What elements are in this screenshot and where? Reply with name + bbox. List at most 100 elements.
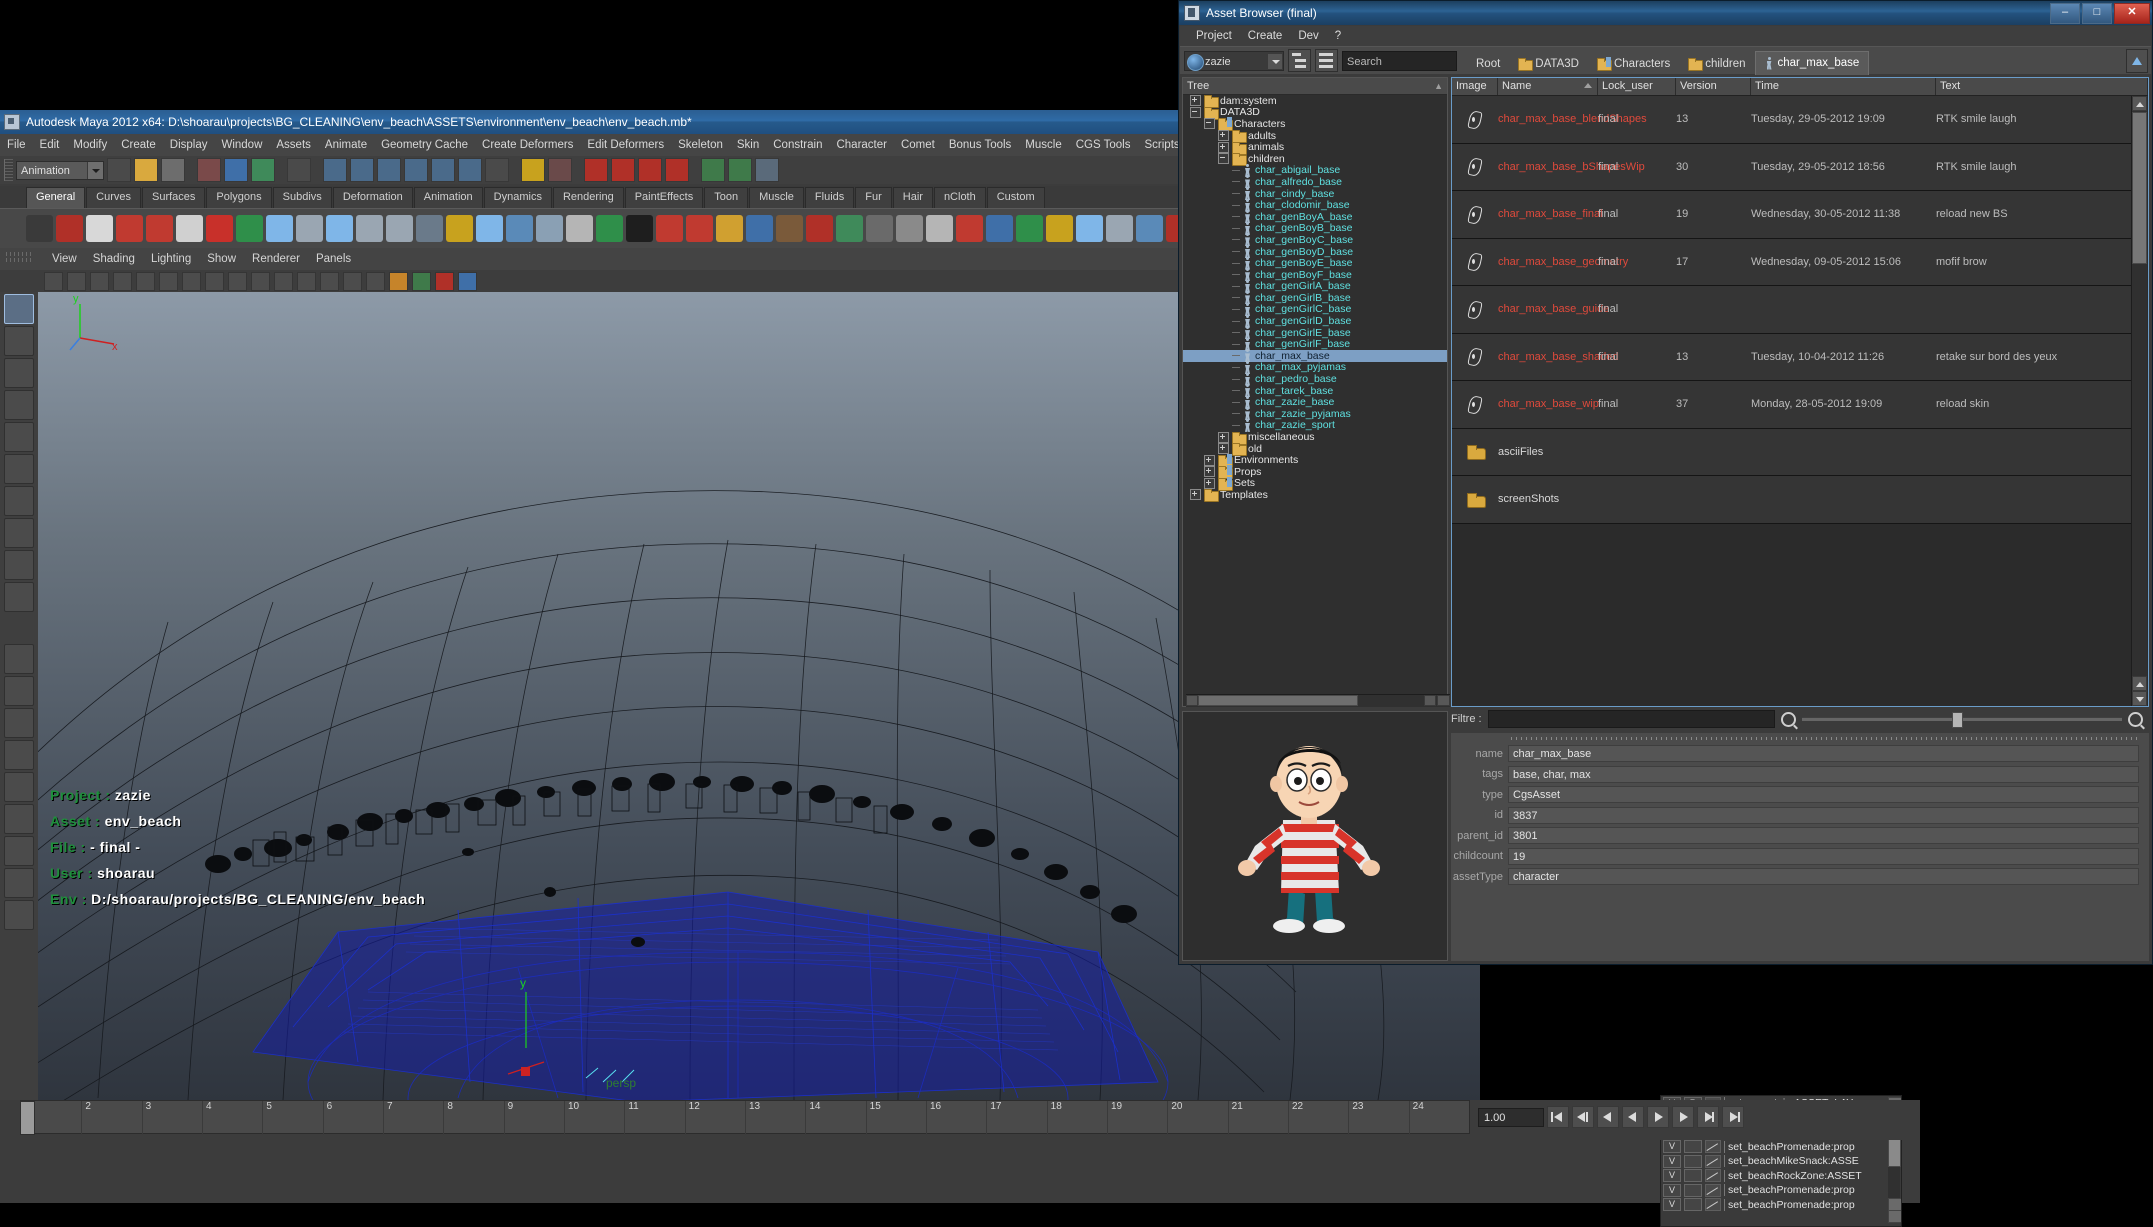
tree-item-animals[interactable]: animals <box>1183 141 1447 153</box>
maya-menu-window[interactable]: Window <box>214 134 269 156</box>
tool-last-used[interactable] <box>4 582 34 612</box>
shelf-icon-30[interactable] <box>896 215 923 242</box>
shelf-icon-23[interactable] <box>686 215 713 242</box>
status-line-grip[interactable] <box>4 159 13 181</box>
play-backwards-button[interactable] <box>1622 1106 1644 1128</box>
time-tick-22[interactable]: 22 <box>1288 1101 1348 1135</box>
list-column-name[interactable]: Name <box>1498 78 1598 95</box>
outliner-row[interactable]: Vset_beachPromenade:prop <box>1661 1198 1901 1213</box>
shelf-icon-26[interactable] <box>776 215 803 242</box>
shelf-tab-muscle[interactable]: Muscle <box>749 187 804 208</box>
navigate-up-button[interactable] <box>2126 49 2148 73</box>
ab-menu-help[interactable]: ? <box>1327 26 1349 46</box>
panel-wireframe-button[interactable] <box>205 272 224 291</box>
collapse-icon[interactable] <box>1190 107 1201 118</box>
help-button[interactable] <box>485 158 509 182</box>
shelf-icon-20[interactable] <box>596 215 623 242</box>
shelf-icon-32[interactable] <box>956 215 983 242</box>
step-back-key-button[interactable] <box>1572 1106 1594 1128</box>
property-value-type[interactable]: CgsAsset <box>1508 786 2139 803</box>
shelf-tab-painteffects[interactable]: PaintEffects <box>625 187 704 208</box>
magnet-button-3[interactable] <box>638 158 662 182</box>
tree-item-char-clodomir-base[interactable]: char_clodomir_base <box>1183 199 1447 211</box>
tree-item-templates[interactable]: Templates <box>1183 489 1447 501</box>
tree-sort-icon[interactable]: ▲ <box>1434 81 1443 91</box>
shelf-icon-15[interactable] <box>446 215 473 242</box>
outliner-reference-toggle[interactable] <box>1684 1155 1702 1168</box>
current-time-field[interactable]: 1.00 <box>1478 1108 1544 1127</box>
tree-item-miscellaneous[interactable]: miscellaneous <box>1183 431 1447 443</box>
breadcrumb-item-char_max_base[interactable]: char_max_base <box>1755 51 1870 75</box>
tree-item-char-genboyf-base[interactable]: char_genBoyF_base <box>1183 269 1447 281</box>
panel-isolate-button[interactable] <box>366 272 385 291</box>
shelf-tab-ncloth[interactable]: nCloth <box>934 187 986 208</box>
shelf-icon-11[interactable] <box>326 215 353 242</box>
zoom-in-icon[interactable] <box>2128 712 2143 727</box>
panel-bookmark-button[interactable] <box>67 272 86 291</box>
expand-icon[interactable] <box>1190 95 1201 106</box>
maya-menu-file[interactable]: File <box>0 134 33 156</box>
layout-three-pane[interactable] <box>4 740 34 770</box>
shelf-tab-dynamics[interactable]: Dynamics <box>484 187 552 208</box>
step-forward-frame-button[interactable] <box>1672 1106 1694 1128</box>
maya-menu-modify[interactable]: Modify <box>66 134 114 156</box>
panel-shadow-button[interactable] <box>320 272 339 291</box>
select-by-hierarchy-button[interactable] <box>197 158 221 182</box>
layout-persp-graph[interactable] <box>4 836 34 866</box>
expand-icon[interactable] <box>1218 142 1229 153</box>
tree-item-char-alfredo-base[interactable]: char_alfredo_base <box>1183 176 1447 188</box>
maya-menu-create-deformers[interactable]: Create Deformers <box>475 134 580 156</box>
shelf-icon-2[interactable] <box>56 215 83 242</box>
tool-paint-select[interactable] <box>4 358 34 388</box>
tool-move[interactable] <box>4 390 34 420</box>
shelf-tab-polygons[interactable]: Polygons <box>206 187 271 208</box>
tree-item-environments[interactable]: Environments <box>1183 454 1447 466</box>
panel-menu-renderer[interactable]: Renderer <box>244 248 308 270</box>
new-scene-button[interactable] <box>107 158 131 182</box>
shelf-tab-surfaces[interactable]: Surfaces <box>142 187 205 208</box>
time-tick-13[interactable]: 13 <box>745 1101 805 1135</box>
time-tick-23[interactable]: 23 <box>1348 1101 1408 1135</box>
shelf-icon-6[interactable] <box>176 215 203 242</box>
maya-menu-constrain[interactable]: Constrain <box>766 134 829 156</box>
outliner-visibility-toggle[interactable]: V <box>1663 1198 1681 1211</box>
tool-scale[interactable] <box>4 454 34 484</box>
time-tick-6[interactable]: 6 <box>323 1101 383 1135</box>
asset-list-row[interactable]: char_max_base_shadedfinal13Tuesday, 10-0… <box>1452 334 2132 382</box>
shelf-icon-14[interactable] <box>416 215 443 242</box>
tree-item-char-gengirlf-base[interactable]: char_genGirlF_base <box>1183 338 1447 350</box>
open-scene-button[interactable] <box>134 158 158 182</box>
play-forwards-button[interactable] <box>1647 1106 1669 1128</box>
maya-menu-edit[interactable]: Edit <box>33 134 67 156</box>
panel-grid-toggle-button[interactable] <box>159 272 178 291</box>
panel-gate-button[interactable] <box>113 272 132 291</box>
shelf-icon-12[interactable] <box>356 215 383 242</box>
expand-icon[interactable] <box>1204 478 1215 489</box>
shelf-icon-28[interactable] <box>836 215 863 242</box>
time-slider-playhead[interactable] <box>20 1101 35 1135</box>
breadcrumb-item-root[interactable]: Root <box>1467 53 1509 75</box>
maya-menu-character[interactable]: Character <box>829 134 894 156</box>
tree-item-char-tarek-base[interactable]: char_tarek_base <box>1183 385 1447 397</box>
shelf-icon-3[interactable] <box>86 215 113 242</box>
shelf-icon-38[interactable] <box>1136 215 1163 242</box>
asset-list-row[interactable]: char_max_base_guidefinal <box>1452 286 2132 334</box>
asset-list-panel[interactable]: ImageNameLock_userVersionTimeText char_m… <box>1451 77 2149 707</box>
maya-menu-bonus-tools[interactable]: Bonus Tools <box>942 134 1018 156</box>
tree-item-char-zazie-pyjamas[interactable]: char_zazie_pyjamas <box>1183 408 1447 420</box>
time-tick-7[interactable]: 7 <box>383 1101 443 1135</box>
tool-lasso[interactable] <box>4 326 34 356</box>
time-tick-20[interactable]: 20 <box>1167 1101 1227 1135</box>
shelf-icon-19[interactable] <box>566 215 593 242</box>
breadcrumb[interactable]: RootDATA3DCharacterschildrenchar_max_bas… <box>1467 47 1869 75</box>
ab-menu-dev[interactable]: Dev <box>1290 26 1326 46</box>
time-tick-12[interactable]: 12 <box>685 1101 745 1135</box>
maya-menu-create[interactable]: Create <box>114 134 163 156</box>
outliner-visibility-toggle[interactable]: V <box>1663 1155 1681 1168</box>
panel-menu-show[interactable]: Show <box>199 248 244 270</box>
shelf-tab-deformation[interactable]: Deformation <box>333 187 413 208</box>
shelf-tab-hair[interactable]: Hair <box>893 187 933 208</box>
panel-select-camera-button[interactable] <box>44 272 63 291</box>
show-sidebar-left-button[interactable] <box>701 158 725 182</box>
list-column-lock_user[interactable]: Lock_user <box>1598 78 1676 95</box>
